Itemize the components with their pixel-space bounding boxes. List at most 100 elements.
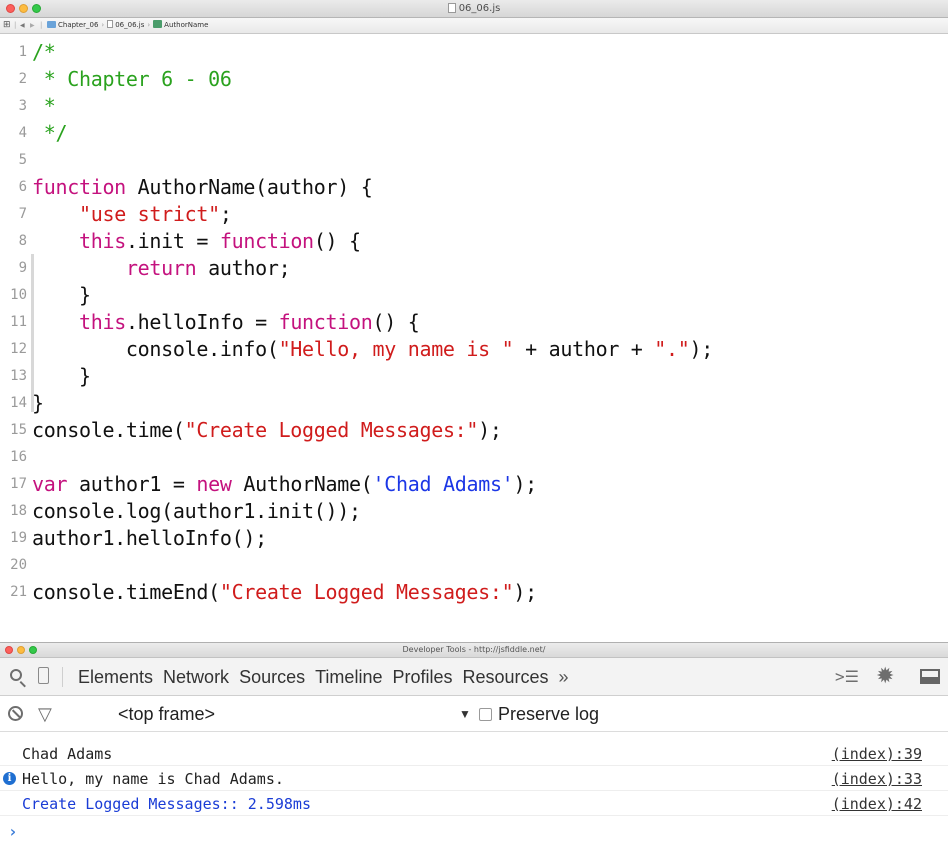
code-line[interactable]: 16 — [0, 444, 948, 471]
breadcrumb-symbol[interactable]: AuthorName — [153, 20, 208, 29]
line-number: 15 — [10, 422, 27, 438]
filter-icon[interactable]: ▽ — [38, 704, 52, 724]
console-message-source-link[interactable]: (index):39 — [832, 742, 922, 766]
code-token: () { — [313, 229, 361, 253]
code-line[interactable]: 10 } — [0, 282, 948, 309]
jump-bar: ⊞ | ◀ ▶ | Chapter_06 › 06_06.js › AuthorName — [0, 18, 948, 34]
code-line[interactable]: 21 console.timeEnd("Create Logged Message… — [0, 579, 948, 606]
console-message-text: Hello, my name is Chad Adams. — [22, 770, 284, 788]
console-message-text: Chad Adams — [22, 745, 113, 763]
search-icon[interactable] — [10, 669, 22, 681]
line-number: 9 — [18, 260, 27, 276]
code-line[interactable]: 1 /* — [0, 39, 948, 66]
code-token: this — [78, 229, 126, 253]
code-line[interactable]: 18 console.log(author1.init()); — [0, 498, 948, 525]
code-token: } — [32, 364, 91, 388]
devtools-title-bar: Developer Tools - http://jsfiddle.net/ — [0, 642, 948, 658]
code-token: console.info( — [32, 337, 279, 361]
console-prompt[interactable]: › — [8, 822, 18, 841]
breadcrumb-file-label: 06_06.js — [115, 21, 145, 29]
code-text: function AuthorName(author) { — [32, 174, 373, 201]
jump-bar-divider: | — [14, 21, 17, 29]
code-line[interactable]: 2 * Chapter 6 - 06 — [0, 66, 948, 93]
code-token: * — [32, 94, 56, 118]
line-number: 17 — [10, 476, 27, 492]
code-editor[interactable]: 1/* 2 * Chapter 6 - 06 3 * 4 */5 6 function A… — [0, 34, 948, 642]
console-message: i Hello, my name is Chad Adams. (index):… — [0, 767, 948, 791]
code-token: AuthorName(author) { — [125, 175, 373, 199]
code-token: "Create Logged Messages:" — [219, 580, 514, 604]
device-mode-icon[interactable] — [38, 667, 49, 684]
console-message: Chad Adams (index):39 — [0, 742, 948, 766]
console-message-source-link[interactable]: (index):42 — [832, 792, 922, 816]
more-tabs-button[interactable]: » — [559, 658, 569, 696]
code-token: 'Chad Adams' — [372, 472, 514, 496]
folder-icon — [47, 21, 56, 28]
file-icon — [447, 3, 456, 13]
forward-arrow-icon[interactable]: ▶ — [30, 18, 35, 33]
line-number: 20 — [10, 557, 27, 573]
preserve-log-option[interactable]: Preserve log — [479, 696, 599, 732]
code-text: * Chapter 6 - 06 — [32, 66, 232, 93]
code-token: new — [196, 472, 232, 496]
code-line[interactable]: 15 console.time("Create Logged Messages:"… — [0, 417, 948, 444]
tab-profiles[interactable]: Profiles — [392, 658, 452, 696]
breadcrumb-chevron-icon: › — [147, 21, 151, 29]
console-output[interactable]: Chad Adams (index):39 i Hello, my name i… — [0, 732, 948, 866]
code-line[interactable]: 6 function AuthorName(author) { — [0, 174, 948, 201]
gear-icon[interactable]: ✹ — [876, 658, 894, 696]
code-text: console.info("Hello, my name is " + auth… — [32, 336, 713, 363]
toolbar-divider — [62, 667, 63, 687]
code-text: } — [32, 282, 91, 309]
devtools-window-title: Developer Tools - http://jsfiddle.net/ — [402, 645, 546, 654]
code-token: return — [125, 256, 197, 280]
back-arrow-icon[interactable]: ◀ — [20, 18, 25, 33]
code-token: ; — [219, 202, 232, 226]
grid-icon[interactable]: ⊞ — [3, 18, 11, 33]
tab-timeline[interactable]: Timeline — [315, 658, 382, 696]
code-line[interactable]: 19 author1.helloInfo(); — [0, 525, 948, 552]
preserve-log-checkbox[interactable] — [479, 708, 492, 721]
code-line[interactable]: 14} — [0, 390, 948, 417]
clear-console-icon[interactable] — [8, 706, 23, 721]
tab-resources[interactable]: Resources — [463, 658, 549, 696]
console-message-source-link[interactable]: (index):33 — [832, 767, 922, 791]
code-line[interactable]: 8 this.init = function() { — [0, 228, 948, 255]
breadcrumb-chevron-icon: › — [101, 21, 105, 29]
code-token: AuthorName( — [231, 472, 373, 496]
line-number: 19 — [10, 530, 27, 546]
code-token: var — [32, 472, 68, 496]
code-line[interactable]: 17 var author1 = new AuthorName('Chad Ada… — [0, 471, 948, 498]
tab-network[interactable]: Network — [163, 658, 229, 696]
tab-elements[interactable]: Elements — [78, 658, 153, 696]
line-number: 8 — [18, 233, 27, 249]
breadcrumb-folder-label: Chapter_06 — [58, 21, 99, 29]
code-line[interactable]: 13 } — [0, 363, 948, 390]
code-line[interactable]: 7 "use strict"; — [0, 201, 948, 228]
breadcrumb: Chapter_06 › 06_06.js › AuthorName — [47, 18, 208, 33]
console-drawer-icon[interactable]: >☰ — [835, 658, 859, 696]
code-token: author1 = — [67, 472, 197, 496]
breadcrumb-file[interactable]: 06_06.js — [107, 20, 145, 29]
breadcrumb-folder[interactable]: Chapter_06 — [47, 21, 98, 29]
code-line[interactable]: 11 this.helloInfo = function() { — [0, 309, 948, 336]
code-line[interactable]: 5 — [0, 147, 948, 174]
line-number: 21 — [10, 584, 27, 600]
tab-sources[interactable]: Sources — [239, 658, 305, 696]
code-text: /* — [32, 39, 56, 66]
code-line[interactable]: 12 console.info("Hello, my name is " + a… — [0, 336, 948, 363]
code-line[interactable]: 20 — [0, 552, 948, 579]
dock-icon[interactable] — [920, 669, 940, 684]
code-line[interactable]: 3 * — [0, 93, 948, 120]
line-number: 2 — [18, 71, 27, 87]
code-token: author1.helloInfo(); — [32, 526, 267, 550]
line-number: 6 — [18, 179, 27, 195]
code-token: this — [78, 310, 126, 334]
frame-select[interactable]: <top frame> ▼ — [70, 696, 480, 732]
code-line[interactable]: 9 return author; — [0, 255, 948, 282]
code-line[interactable]: 4 */ — [0, 120, 948, 147]
code-text: } — [32, 390, 44, 417]
code-text: console.timeEnd("Create Logged Messages:… — [32, 579, 537, 606]
code-text: this.init = function() { — [32, 228, 361, 255]
